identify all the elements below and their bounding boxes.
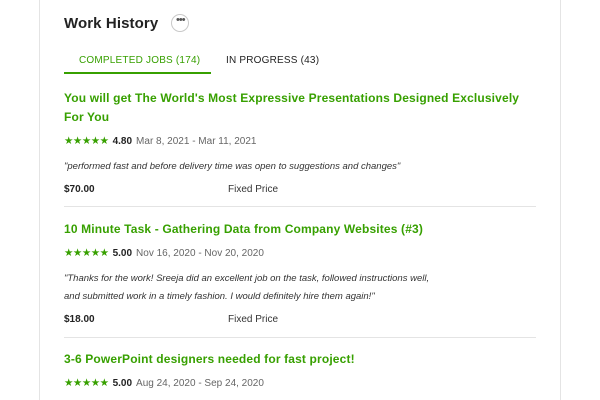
work-history-card: Work History ••• COMPLETED JOBS (174) IN…: [39, 0, 561, 400]
star-rating-icon: ★★★★★: [64, 247, 109, 259]
divider: [64, 206, 536, 207]
work-history-header: Work History •••: [64, 14, 190, 32]
job-title-line: For You: [64, 110, 110, 124]
job-dates: Nov 16, 2020 - Nov 20, 2020: [136, 247, 264, 259]
tab-in-progress[interactable]: IN PROGRESS (43): [211, 48, 331, 74]
job-title-link[interactable]: You will get The World's Most Expressive…: [64, 89, 536, 127]
rating-score: 4.80: [112, 135, 133, 147]
client-feedback: "performed fast and before delivery time…: [64, 158, 536, 176]
job-title-line: 10 Minute Task - Gathering Data from Com…: [64, 222, 423, 236]
job-meta: $70.00 Fixed Price: [64, 184, 536, 195]
job-item: 3-6 PowerPoint designers needed for fast…: [64, 350, 536, 390]
feedback-line: "Thanks for the work! Sreeja did an exce…: [64, 273, 430, 284]
rating-score: 5.00: [112, 377, 133, 389]
section-title: Work History: [64, 14, 159, 32]
feedback-line: and submitted work in a timely fashion. …: [64, 291, 375, 302]
job-dates: Mar 8, 2021 - Mar 11, 2021: [136, 135, 257, 147]
job-price-type: Fixed Price: [228, 184, 279, 195]
tab-completed-jobs[interactable]: COMPLETED JOBS (174): [64, 48, 211, 74]
job-meta: $18.00 Fixed Price: [64, 314, 536, 325]
rating-row: ★★★★★ 5.00 Nov 16, 2020 - Nov 20, 2020: [64, 246, 536, 260]
ellipsis-icon: •••: [176, 14, 186, 26]
rating-score: 5.00: [112, 247, 133, 259]
job-title-line: You will get The World's Most Expressive…: [64, 91, 520, 105]
star-rating-icon: ★★★★★: [64, 135, 109, 147]
client-feedback: "Thanks for the work! Sreeja did an exce…: [64, 270, 536, 306]
job-title-link[interactable]: 10 Minute Task - Gathering Data from Com…: [64, 220, 536, 239]
star-rating-icon: ★★★★★: [64, 377, 109, 389]
page: Work History ••• COMPLETED JOBS (174) IN…: [0, 0, 600, 400]
divider: [64, 337, 536, 338]
job-tabs: COMPLETED JOBS (174) IN PROGRESS (43): [64, 48, 536, 74]
job-title-line: 3-6 PowerPoint designers needed for fast…: [64, 352, 355, 366]
job-item: 10 Minute Task - Gathering Data from Com…: [64, 220, 536, 325]
job-item: You will get The World's Most Expressive…: [64, 89, 536, 195]
job-title-link[interactable]: 3-6 PowerPoint designers needed for fast…: [64, 350, 536, 369]
rating-row: ★★★★★ 5.00 Aug 24, 2020 - Sep 24, 2020: [64, 376, 536, 390]
job-price-type: Fixed Price: [228, 314, 279, 325]
feedback-line: "performed fast and before delivery time…: [64, 161, 401, 172]
more-options-button[interactable]: •••: [171, 14, 190, 32]
job-price: $70.00: [64, 184, 95, 195]
job-dates: Aug 24, 2020 - Sep 24, 2020: [136, 377, 264, 389]
job-price: $18.00: [64, 314, 95, 325]
rating-row: ★★★★★ 4.80 Mar 8, 2021 - Mar 11, 2021: [64, 134, 536, 148]
